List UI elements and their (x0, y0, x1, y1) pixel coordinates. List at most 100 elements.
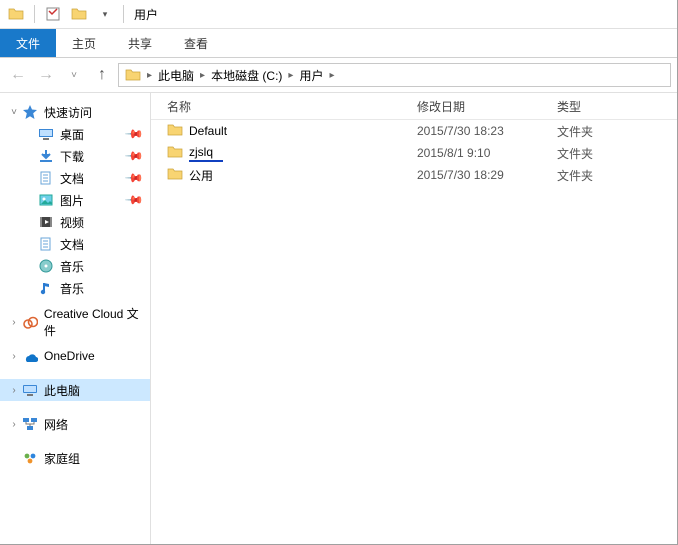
tab-share[interactable]: 共享 (112, 29, 168, 57)
breadcrumb-this-pc[interactable]: 此电脑 (154, 64, 198, 86)
folder-qat-icon[interactable] (6, 4, 26, 24)
pin-icon: 📌 (124, 190, 144, 210)
sidebar-item-downloads[interactable]: ›下载📌 (0, 145, 150, 167)
sidebar-item-videos[interactable]: ›视频 (0, 211, 150, 233)
tree-homegroup[interactable]: › 家庭组 (0, 447, 150, 469)
column-headers: 名称 修改日期 类型 (151, 93, 677, 120)
tree-label: 快速访问 (44, 104, 92, 121)
file-type: 文件夹 (557, 123, 677, 140)
breadcrumb-drive[interactable]: 本地磁盘 (C:) (207, 64, 286, 86)
tab-home[interactable]: 主页 (56, 29, 112, 57)
col-type-header[interactable]: 类型 (557, 98, 677, 115)
tab-file-label: 文件 (16, 35, 40, 52)
qat-dropdown-icon[interactable]: ▾ (95, 4, 115, 24)
sidebar-item-music-disc[interactable]: ›音乐 (0, 255, 150, 277)
chevron-right-icon[interactable]: ▸ (145, 70, 154, 81)
network-icon (22, 416, 38, 432)
this-pc-icon (22, 382, 38, 398)
recent-dropdown-icon[interactable]: ˅ (62, 63, 86, 87)
sidebar-item-label: 图片 (60, 192, 84, 209)
file-type: 文件夹 (557, 145, 677, 162)
tree-quick-access[interactable]: ˅ 快速访问 (0, 101, 150, 123)
tab-view[interactable]: 查看 (168, 29, 224, 57)
navigation-pane: ˅ 快速访问 ›桌面📌›下载📌›文档📌›图片📌›视频›文档›音乐›音乐 › Cr… (0, 93, 151, 544)
sidebar-item-documents[interactable]: ›文档 (0, 233, 150, 255)
tree-label: Creative Cloud 文件 (44, 305, 150, 339)
table-row[interactable]: 公用 2015/7/30 18:29文件夹 (151, 164, 677, 186)
expander-expand-icon[interactable]: › (8, 317, 20, 328)
sidebar-item-label: 桌面 (60, 126, 84, 143)
chevron-right-icon[interactable]: ▸ (198, 70, 207, 81)
file-type: 文件夹 (557, 167, 677, 184)
breadcrumb-root-icon[interactable] (121, 64, 145, 86)
body: ˅ 快速访问 ›桌面📌›下载📌›文档📌›图片📌›视频›文档›音乐›音乐 › Cr… (0, 93, 677, 544)
tab-share-label: 共享 (128, 35, 152, 52)
col-date-header[interactable]: 修改日期 (417, 98, 557, 115)
sidebar-item-label: 文档 (60, 170, 84, 187)
pin-icon: 📌 (124, 124, 144, 144)
chevron-right-icon[interactable]: ▸ (327, 70, 336, 81)
desktop-icon (38, 126, 54, 142)
new-folder-qat-icon[interactable] (69, 4, 89, 24)
creative-cloud-icon (22, 314, 38, 330)
tree-label: 此电脑 (44, 382, 80, 399)
file-name: Default (189, 124, 227, 138)
folder-icon (167, 122, 183, 141)
expander-expand-icon[interactable]: › (8, 351, 20, 362)
downloads-icon (38, 148, 54, 164)
file-date: 2015/7/30 18:29 (417, 168, 557, 182)
properties-qat-icon[interactable] (43, 4, 63, 24)
sidebar-item-label: 视频 (60, 214, 84, 231)
sidebar-item-desktop[interactable]: ›桌面📌 (0, 123, 150, 145)
chevron-right-icon[interactable]: ▸ (286, 70, 295, 81)
music-note-icon (38, 280, 54, 296)
breadcrumb-users[interactable]: 用户 (295, 64, 327, 86)
forward-button[interactable]: → (34, 63, 58, 87)
music-disc-icon (38, 258, 54, 274)
documents-icon (38, 170, 54, 186)
tree-network[interactable]: › 网络 (0, 413, 150, 435)
qat-divider (34, 5, 35, 23)
back-button[interactable]: ← (6, 63, 30, 87)
sidebar-item-label: 下载 (60, 148, 84, 165)
tree-this-pc[interactable]: › 此电脑 (0, 379, 150, 401)
tab-home-label: 主页 (72, 35, 96, 52)
file-name: 公用 (189, 167, 213, 184)
explorer-window: ▾ 用户 文件 主页 共享 查看 ← → ˅ ↑ ▸ 此电脑 ▸ 本地磁盘 (C… (0, 0, 678, 545)
up-button[interactable]: ↑ (90, 63, 114, 87)
expander-expand-icon[interactable]: › (8, 419, 20, 430)
table-row[interactable]: zjslq 2015/8/1 9:10文件夹 (151, 142, 677, 164)
file-name: zjslq (189, 145, 223, 162)
pin-icon: 📌 (124, 168, 144, 188)
documents-icon (38, 236, 54, 252)
sidebar-item-label: 音乐 (60, 280, 84, 297)
file-date: 2015/8/1 9:10 (417, 146, 557, 160)
pictures-icon (38, 192, 54, 208)
qat-divider-2 (123, 5, 124, 23)
tree-creative-cloud[interactable]: › Creative Cloud 文件 (0, 311, 150, 333)
expander-expand-icon[interactable]: › (8, 385, 20, 396)
expander-collapse-icon[interactable]: ˅ (8, 107, 20, 118)
sidebar-item-pictures[interactable]: ›图片📌 (0, 189, 150, 211)
videos-icon (38, 214, 54, 230)
tab-file[interactable]: 文件 (0, 29, 56, 57)
tab-view-label: 查看 (184, 35, 208, 52)
onedrive-icon (22, 348, 38, 364)
content-pane: 名称 修改日期 类型 Default2015/7/30 18:23文件夹zjsl… (151, 93, 677, 544)
file-date: 2015/7/30 18:23 (417, 124, 557, 138)
tree-label: 家庭组 (44, 450, 80, 467)
address-bar: ← → ˅ ↑ ▸ 此电脑 ▸ 本地磁盘 (C:) ▸ 用户 ▸ (0, 58, 677, 93)
sidebar-item-music-note[interactable]: ›音乐 (0, 277, 150, 299)
col-name-header[interactable]: 名称 (151, 98, 417, 115)
folder-icon (167, 144, 183, 163)
file-list: Default2015/7/30 18:23文件夹zjslq2015/8/1 9… (151, 120, 677, 186)
breadcrumb-bar[interactable]: ▸ 此电脑 ▸ 本地磁盘 (C:) ▸ 用户 ▸ (118, 63, 671, 87)
star-icon (22, 104, 38, 120)
tree-label: 网络 (44, 416, 68, 433)
ribbon-tabs: 文件 主页 共享 查看 (0, 29, 677, 58)
sidebar-item-documents[interactable]: ›文档📌 (0, 167, 150, 189)
tree-onedrive[interactable]: › OneDrive (0, 345, 150, 367)
table-row[interactable]: Default 2015/7/30 18:23文件夹 (151, 120, 677, 142)
sidebar-item-label: 音乐 (60, 258, 84, 275)
homegroup-icon (22, 450, 38, 466)
